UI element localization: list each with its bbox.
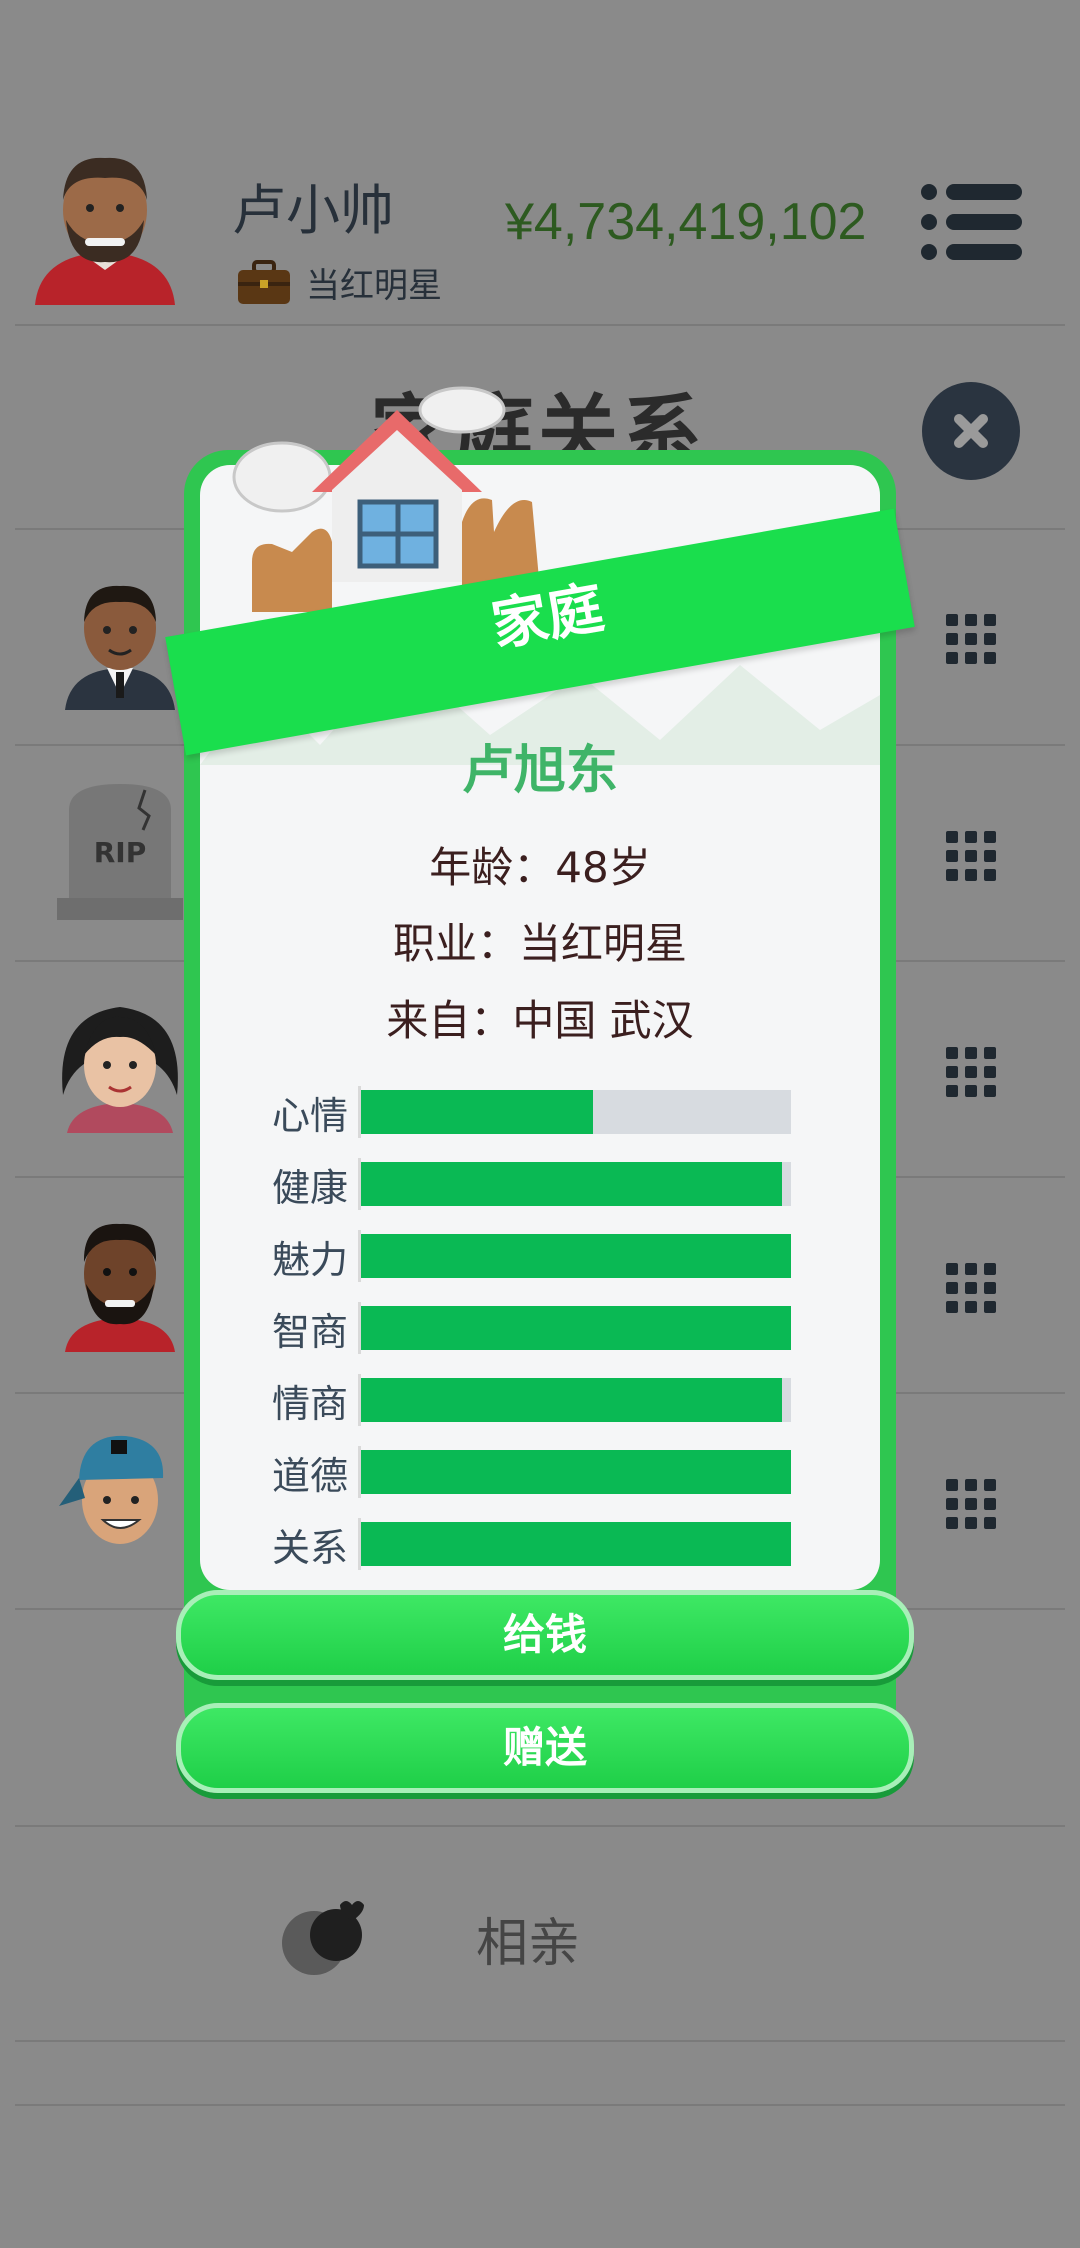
- stat-iq: 智商: [272, 1302, 791, 1354]
- player-name: 卢小帅: [232, 179, 394, 242]
- stat-track: [361, 1522, 791, 1566]
- stat-track: [361, 1090, 791, 1134]
- stat-eq: 情商: [272, 1374, 791, 1426]
- player-job-label: 当红明星: [306, 266, 442, 306]
- divider: [15, 2104, 1065, 2106]
- family-avatar-relative[interactable]: [55, 1212, 185, 1352]
- stat-track: [361, 1162, 791, 1206]
- member-job: 职业：当红明星: [392, 919, 687, 968]
- divider: [15, 2040, 1065, 2042]
- member-origin: 来自：中国 武汉: [386, 996, 694, 1045]
- stat-morality: 道德: [272, 1446, 791, 1498]
- stat-track: [361, 1306, 791, 1350]
- dating-label: 相亲: [476, 1913, 581, 1974]
- stat-label: 智商: [272, 1309, 349, 1354]
- tombstone-icon[interactable]: RIP: [55, 780, 185, 920]
- stat-track: [361, 1450, 791, 1494]
- player-avatar[interactable]: [30, 140, 180, 310]
- stat-fill: [361, 1234, 791, 1278]
- stat-track: [361, 1234, 791, 1278]
- dating-button[interactable]: 相亲: [280, 1895, 580, 1981]
- svg-text:RIP: RIP: [94, 836, 147, 869]
- stat-label: 关系: [272, 1525, 349, 1570]
- briefcase-icon: [238, 259, 290, 304]
- stat-health: 健康: [272, 1158, 791, 1210]
- stat-fill: [361, 1090, 594, 1134]
- stat-label: 健康: [272, 1165, 349, 1210]
- gift-button[interactable]: 赠送: [176, 1703, 914, 1793]
- grid-icon[interactable]: [946, 614, 996, 664]
- menu-icon[interactable]: [920, 182, 1024, 262]
- stat-fill: [361, 1306, 791, 1350]
- stat-fill: [361, 1450, 791, 1494]
- divider: [15, 324, 1065, 326]
- dating-icon: [282, 1901, 364, 1975]
- member-name: 卢旭东: [461, 741, 618, 801]
- grid-icon[interactable]: [946, 1479, 996, 1529]
- close-icon[interactable]: [922, 382, 1020, 480]
- give-money-button[interactable]: 给钱: [176, 1590, 914, 1680]
- stat-mood: 心情: [272, 1086, 791, 1138]
- family-avatar-child[interactable]: [55, 1428, 185, 1568]
- money-balance: ¥4,734,419,102: [505, 193, 867, 251]
- grid-icon[interactable]: [946, 1263, 996, 1313]
- stat-relationship: 关系: [272, 1518, 791, 1570]
- grid-icon[interactable]: [946, 1047, 996, 1097]
- stat-label: 魅力: [272, 1237, 349, 1282]
- family-avatar-mother[interactable]: [55, 995, 185, 1135]
- stat-label: 道德: [272, 1453, 349, 1498]
- grid-icon[interactable]: [946, 831, 996, 881]
- stat-fill: [361, 1162, 783, 1206]
- player-job: 当红明星: [236, 258, 442, 307]
- stat-track: [361, 1378, 791, 1422]
- stat-fill: [361, 1378, 783, 1422]
- stat-label: 情商: [272, 1381, 349, 1426]
- divider: [15, 1825, 1065, 1827]
- stat-label: 心情: [272, 1093, 349, 1138]
- member-age: 年龄：48岁: [429, 843, 651, 892]
- stat-charm: 魅力: [272, 1230, 791, 1282]
- stat-fill: [361, 1522, 791, 1566]
